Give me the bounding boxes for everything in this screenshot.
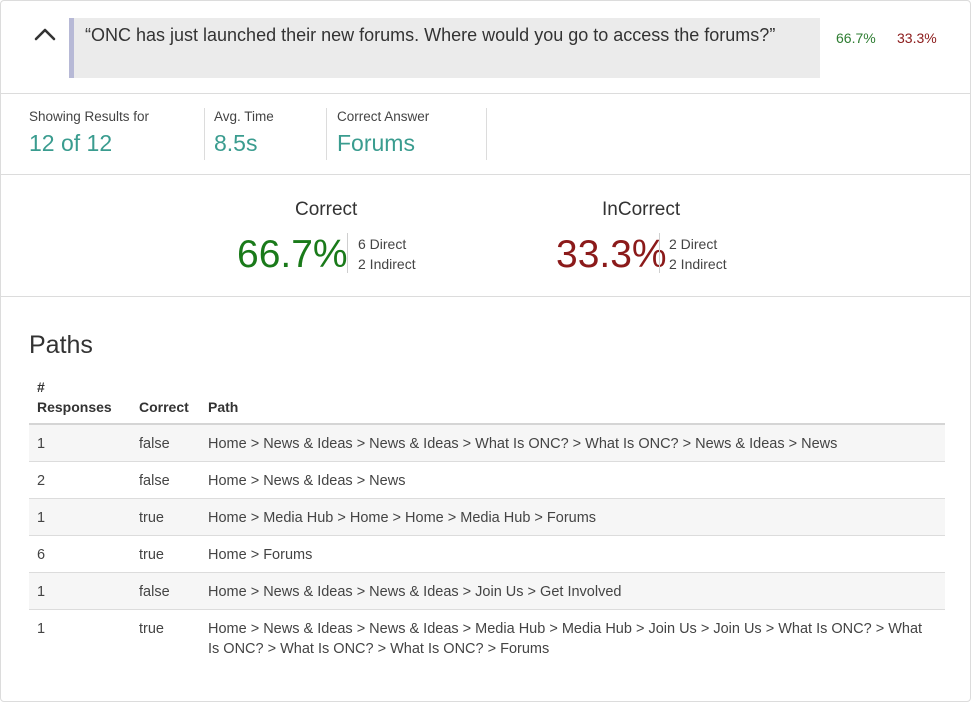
column-header-text: Responses [37, 399, 112, 415]
correct-direct: 6 Direct [358, 236, 407, 252]
stat-label: Avg. Time [214, 109, 274, 124]
correct-percent: 66.7% [237, 233, 348, 276]
question-result-card: “ONC has just launched their new forums.… [0, 0, 971, 702]
column-header-text: # [37, 379, 45, 395]
header-incorrect-percent: 33.3% [897, 30, 937, 46]
incorrect-breakdown: 2 Direct 2 Indirect [669, 234, 727, 274]
correct-indirect: 2 Indirect [358, 256, 416, 272]
paths-title: Paths [29, 331, 93, 359]
divider [347, 233, 348, 273]
cell-path: Home > Forums [208, 547, 313, 563]
header-correct-percent: 66.7% [836, 30, 876, 46]
cell-correct: true [139, 510, 164, 526]
incorrect-direct: 2 Direct [669, 236, 718, 252]
table-row: 1 false Home > News & Ideas > News & Ide… [29, 425, 945, 462]
cell-correct: false [139, 584, 170, 600]
question-header: “ONC has just launched their new forums.… [1, 1, 970, 94]
incorrect-indirect: 2 Indirect [669, 256, 727, 272]
cell-responses: 6 [37, 547, 46, 563]
cell-path: Home > News & Ideas > News & Ideas > Med… [208, 621, 923, 657]
cell-correct: true [139, 621, 164, 637]
stat-correct-answer: Correct Answer Forums [337, 108, 487, 160]
cell-path: Home > Media Hub > Home > Home > Media H… [208, 510, 597, 526]
table-row: 1 true Home > News & Ideas > News & Idea… [29, 610, 945, 668]
cell-path: Home > News & Ideas > News & Ideas > Wha… [208, 436, 838, 452]
cell-responses: 1 [37, 621, 46, 637]
correct-breakdown: 6 Direct 2 Indirect [358, 234, 416, 274]
paths-table: # Responses Correct Path 1 false Home > … [29, 377, 945, 668]
column-header-path: Path [208, 399, 239, 415]
table-header: # Responses Correct Path [29, 377, 945, 425]
collapse-button[interactable] [31, 21, 59, 47]
stat-value: Forums [337, 130, 415, 156]
cell-responses: 1 [37, 510, 46, 526]
result-summary: Correct 66.7% 6 Direct 2 Indirect InCorr… [1, 175, 970, 297]
stat-label: Showing Results for [29, 109, 150, 124]
cell-responses: 2 [37, 473, 46, 489]
incorrect-percent: 33.3% [556, 233, 667, 276]
stat-showing-results: Showing Results for 12 of 12 [29, 108, 205, 160]
cell-path: Home > News & Ideas > News [208, 473, 406, 489]
incorrect-title: InCorrect [602, 199, 681, 220]
chevron-up-icon [34, 28, 56, 41]
table-row: 2 false Home > News & Ideas > News [29, 462, 945, 499]
stats-row: Showing Results for 12 of 12 Avg. Time 8… [1, 94, 970, 175]
column-header-correct: Correct [139, 399, 189, 415]
stat-avg-time: Avg. Time 8.5s [214, 108, 327, 160]
cell-correct: false [139, 473, 170, 489]
question-text: “ONC has just launched their new forums.… [69, 18, 820, 78]
column-header-responses: # Responses [37, 377, 127, 417]
divider [659, 233, 660, 273]
table-row: 6 true Home > Forums [29, 536, 945, 573]
correct-title: Correct [295, 199, 358, 220]
stat-label: Correct Answer [337, 109, 430, 124]
cell-correct: true [139, 547, 164, 563]
stat-value: 8.5s [214, 130, 258, 156]
cell-correct: false [139, 436, 170, 452]
table-row: 1 true Home > Media Hub > Home > Home > … [29, 499, 945, 536]
table-row: 1 false Home > News & Ideas > News & Ide… [29, 573, 945, 610]
stat-value: 12 of 12 [29, 130, 113, 156]
cell-responses: 1 [37, 584, 46, 600]
cell-path: Home > News & Ideas > News & Ideas > Joi… [208, 584, 622, 600]
cell-responses: 1 [37, 436, 46, 452]
